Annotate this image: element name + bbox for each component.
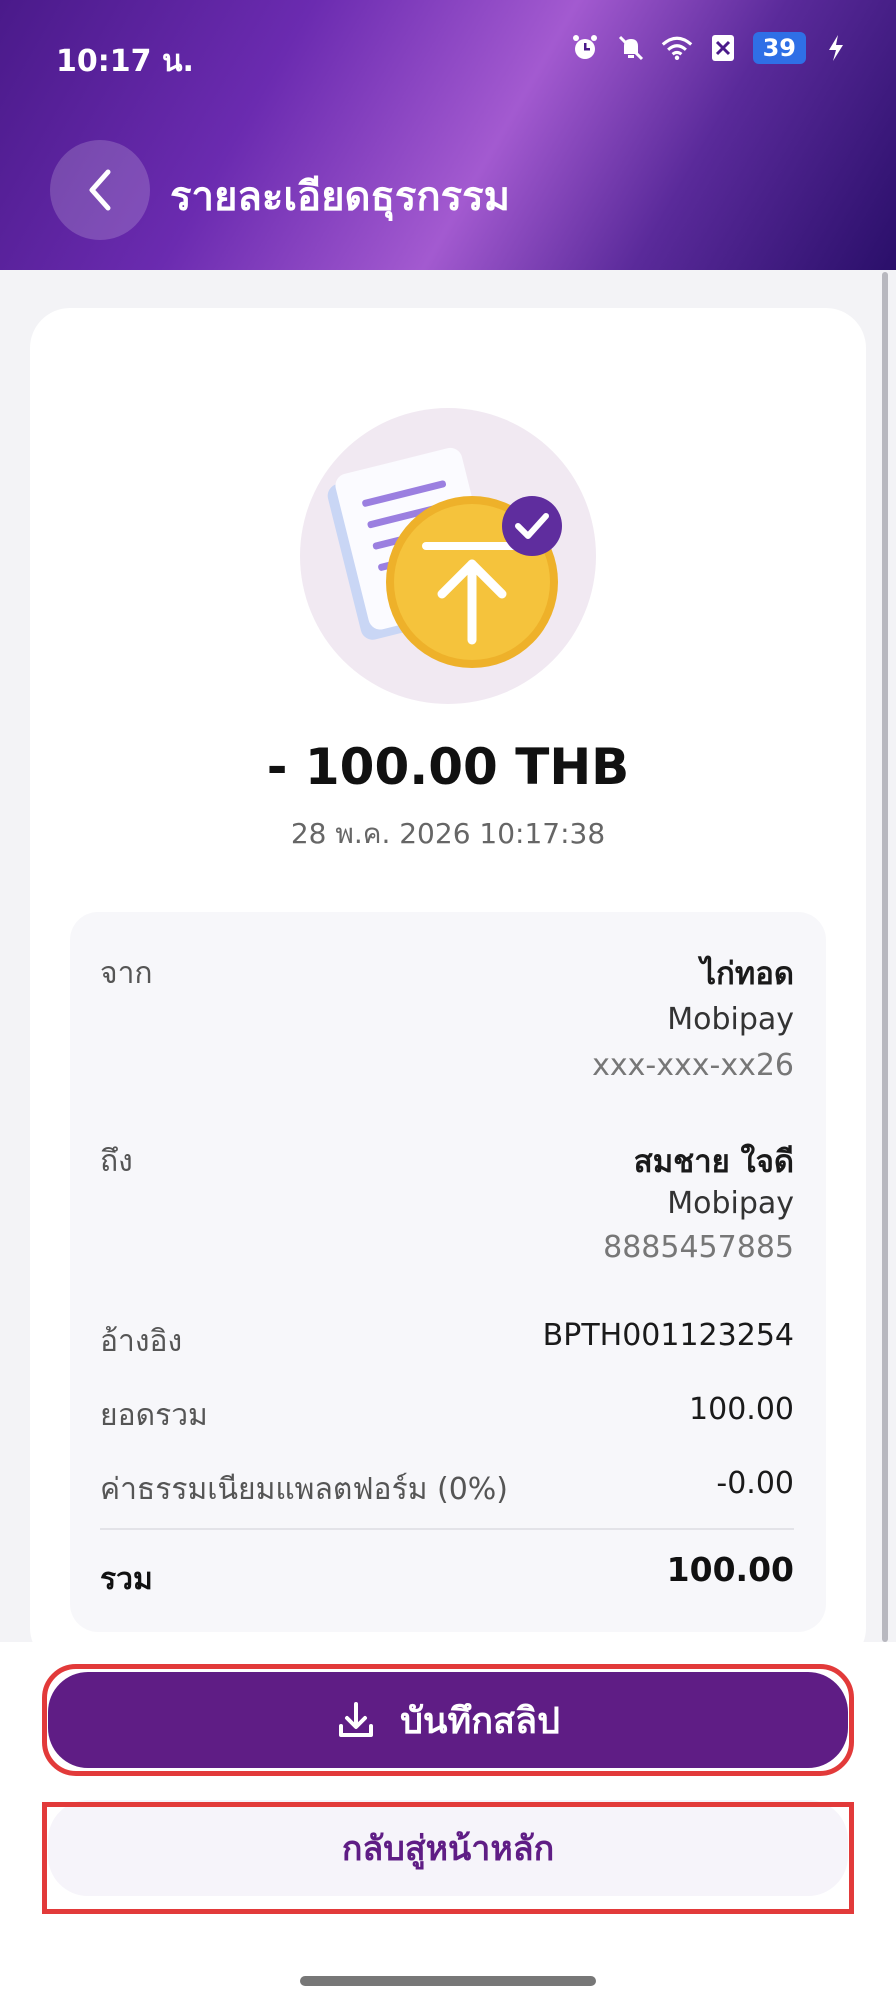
to-account: 8885457885 bbox=[603, 1230, 794, 1265]
from-account: xxx-xxx-xx26 bbox=[592, 1048, 794, 1083]
chevron-left-icon bbox=[89, 169, 111, 211]
scrollbar[interactable] bbox=[882, 272, 888, 1642]
home-indicator[interactable] bbox=[300, 1976, 596, 1986]
total-value: 100.00 bbox=[666, 1550, 794, 1589]
status-bar: 10:17 น. 39 bbox=[0, 0, 896, 110]
fee-value: -0.00 bbox=[716, 1466, 794, 1501]
fee-label: ค่าธรรมเนียมแพลตฟอร์ม (0%) bbox=[100, 1472, 509, 1507]
highlight-save-slip bbox=[42, 1664, 854, 1776]
from-label: จาก bbox=[100, 956, 153, 991]
total-label: รวม bbox=[100, 1562, 153, 1597]
reference-label: อ้างอิง bbox=[100, 1324, 183, 1359]
from-wallet: Mobipay bbox=[667, 1002, 794, 1037]
sim-off-icon bbox=[707, 32, 739, 64]
transfer-out-illustration bbox=[300, 408, 596, 704]
status-icons: 39 bbox=[569, 32, 852, 64]
charging-icon bbox=[820, 32, 852, 64]
reference-value: BPTH001123254 bbox=[542, 1318, 794, 1353]
battery-level: 39 bbox=[752, 32, 806, 64]
subtotal-label: ยอดรวม bbox=[100, 1398, 208, 1433]
to-name: สมชาย ใจดี bbox=[633, 1144, 794, 1180]
page-title: รายละเอียดธุรกรรม bbox=[170, 174, 510, 220]
back-button[interactable] bbox=[50, 140, 150, 240]
to-wallet: Mobipay bbox=[667, 1186, 794, 1221]
from-name: ไก่ทอด bbox=[700, 956, 794, 992]
alarm-icon bbox=[569, 32, 601, 64]
details-divider bbox=[100, 1528, 794, 1530]
wifi-icon bbox=[661, 32, 693, 64]
highlight-back-home bbox=[42, 1802, 854, 1914]
mute-bell-icon bbox=[615, 32, 647, 64]
to-label: ถึง bbox=[100, 1144, 133, 1179]
subtotal-value: 100.00 bbox=[689, 1392, 794, 1427]
transaction-amount: - 100.00 THB bbox=[266, 738, 630, 796]
status-time: 10:17 น. bbox=[56, 44, 194, 79]
transaction-datetime: 28 พ.ค. 2026 10:17:38 bbox=[290, 817, 606, 850]
